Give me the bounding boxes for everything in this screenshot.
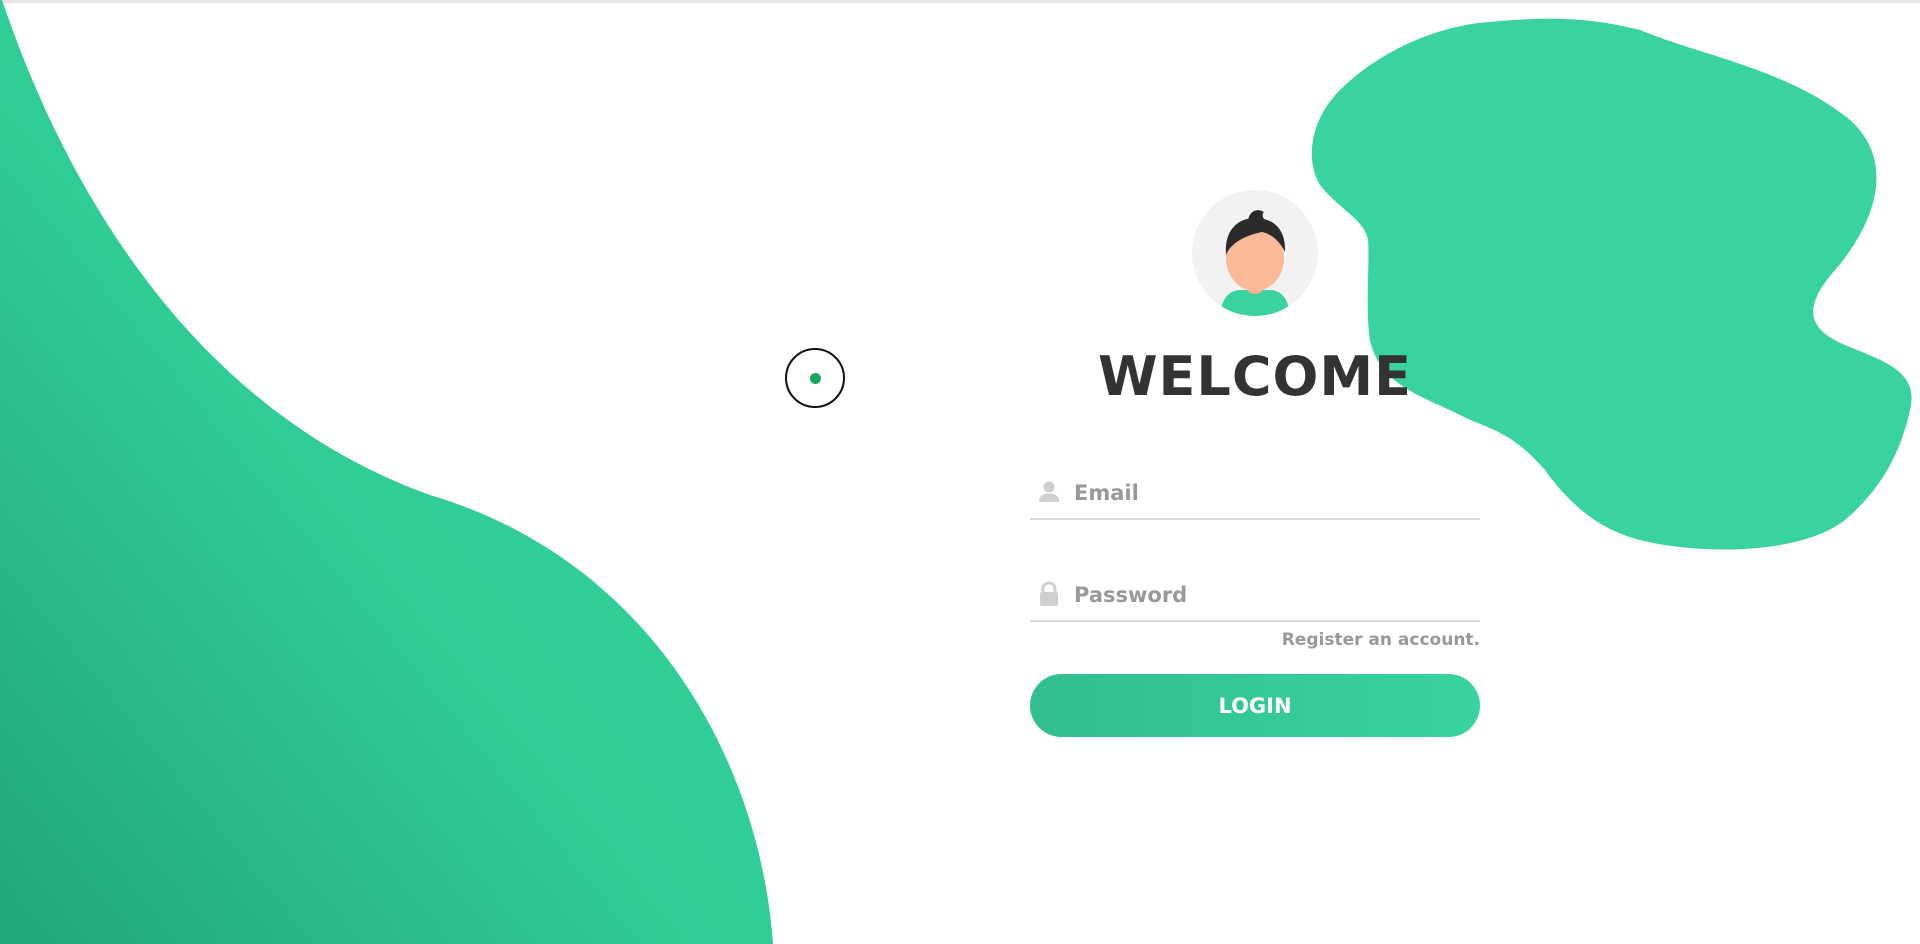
lock-icon	[1034, 570, 1064, 620]
password-input[interactable]	[1074, 570, 1474, 620]
login-button[interactable]: LOGIN	[1030, 674, 1480, 737]
welcome-title: WELCOME	[1097, 345, 1413, 408]
background-blob	[1311, 18, 1912, 550]
login-page: WELCOME Register an account. LOGIN	[0, 0, 1920, 944]
email-field-wrapper	[1030, 468, 1480, 520]
user-icon	[1034, 468, 1064, 518]
user-avatar-illustration	[1220, 210, 1290, 316]
password-field-wrapper	[1030, 570, 1480, 622]
email-input[interactable]	[1074, 468, 1474, 518]
cursor-dot	[810, 373, 821, 384]
cursor-ring-icon	[785, 348, 845, 408]
avatar	[1192, 190, 1318, 316]
register-link[interactable]: Register an account.	[1180, 630, 1480, 650]
